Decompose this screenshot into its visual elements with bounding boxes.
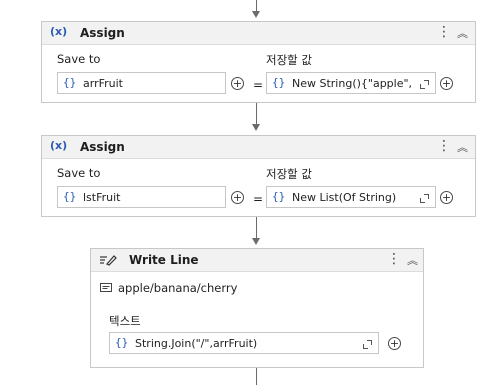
text-label: 텍스트 <box>109 314 141 328</box>
value-label: 저장할 값 <box>266 167 312 181</box>
expand-editor-icon[interactable] <box>420 194 429 203</box>
connector-1 <box>256 103 257 125</box>
save-to-field[interactable]: {} lstFruit <box>57 186 226 208</box>
expand-editor-icon[interactable] <box>420 80 429 89</box>
assign-icon: (x) <box>50 25 68 38</box>
write-line-activity[interactable]: Write Line ⋮ ︽ apple/banana/cherry 텍스트 {… <box>90 248 424 368</box>
collapse-icon[interactable]: ︽ <box>407 252 418 268</box>
save-to-value: arrFruit <box>83 77 123 90</box>
assign-1-header[interactable]: (x) Assign ⋮ ︽ <box>42 22 475 45</box>
value-expression: New List(Of String) <box>292 191 397 204</box>
save-to-field[interactable]: {} arrFruit <box>57 72 226 94</box>
write-line-header[interactable]: Write Line ⋮ ︽ <box>91 249 423 272</box>
add-value-button[interactable]: + <box>440 191 453 204</box>
arrow-1 <box>252 124 260 131</box>
text-expression: String.Join("/",arrFruit) <box>135 337 258 350</box>
equals-sign: = <box>253 78 264 92</box>
value-field[interactable]: {} New String(){"apple", <box>266 72 436 94</box>
assign-icon: (x) <box>50 139 68 152</box>
connector-2 <box>256 217 257 239</box>
more-menu-icon[interactable]: ⋮ <box>387 251 401 267</box>
assign-2-title: Assign <box>80 140 125 154</box>
write-line-icon <box>100 255 117 266</box>
add-variable-button[interactable]: + <box>231 77 244 90</box>
equals-sign: = <box>253 192 264 206</box>
value-label: 저장할 값 <box>266 53 312 67</box>
assign-activity-2[interactable]: (x) Assign ⋮ ︽ Save to 저장할 값 {} lstFruit… <box>41 135 476 217</box>
collapse-icon[interactable]: ︽ <box>457 139 468 155</box>
assign-activity-1[interactable]: (x) Assign ⋮ ︽ Save to 저장할 값 {} arrFruit… <box>41 21 476 103</box>
add-variable-button[interactable]: + <box>231 191 244 204</box>
expression-icon: {} <box>272 76 286 89</box>
arrow-2 <box>252 238 260 245</box>
expression-icon: {} <box>63 76 77 89</box>
connector-bottom <box>256 368 257 385</box>
value-field[interactable]: {} New List(Of String) <box>266 186 436 208</box>
value-expression: New String(){"apple", <box>292 77 412 90</box>
expression-icon: {} <box>272 190 286 203</box>
text-field[interactable]: {} String.Join("/",arrFruit) <box>109 332 379 354</box>
collapse-icon[interactable]: ︽ <box>457 25 468 41</box>
more-menu-icon[interactable]: ⋮ <box>437 138 451 154</box>
add-value-button[interactable]: + <box>440 77 453 90</box>
expand-editor-icon[interactable] <box>363 340 372 349</box>
save-to-label: Save to <box>57 52 101 66</box>
comment-icon <box>100 283 112 292</box>
more-menu-icon[interactable]: ⋮ <box>437 24 451 40</box>
add-text-button[interactable]: + <box>388 337 401 350</box>
write-line-title: Write Line <box>129 253 199 267</box>
arrow-top <box>252 11 260 18</box>
save-to-value: lstFruit <box>83 191 121 204</box>
expression-icon: {} <box>63 190 77 203</box>
assign-2-header[interactable]: (x) Assign ⋮ ︽ <box>42 136 475 159</box>
output-preview: apple/banana/cherry <box>118 281 238 295</box>
expression-icon: {} <box>115 336 129 349</box>
save-to-label: Save to <box>57 166 101 180</box>
assign-1-title: Assign <box>80 26 125 40</box>
